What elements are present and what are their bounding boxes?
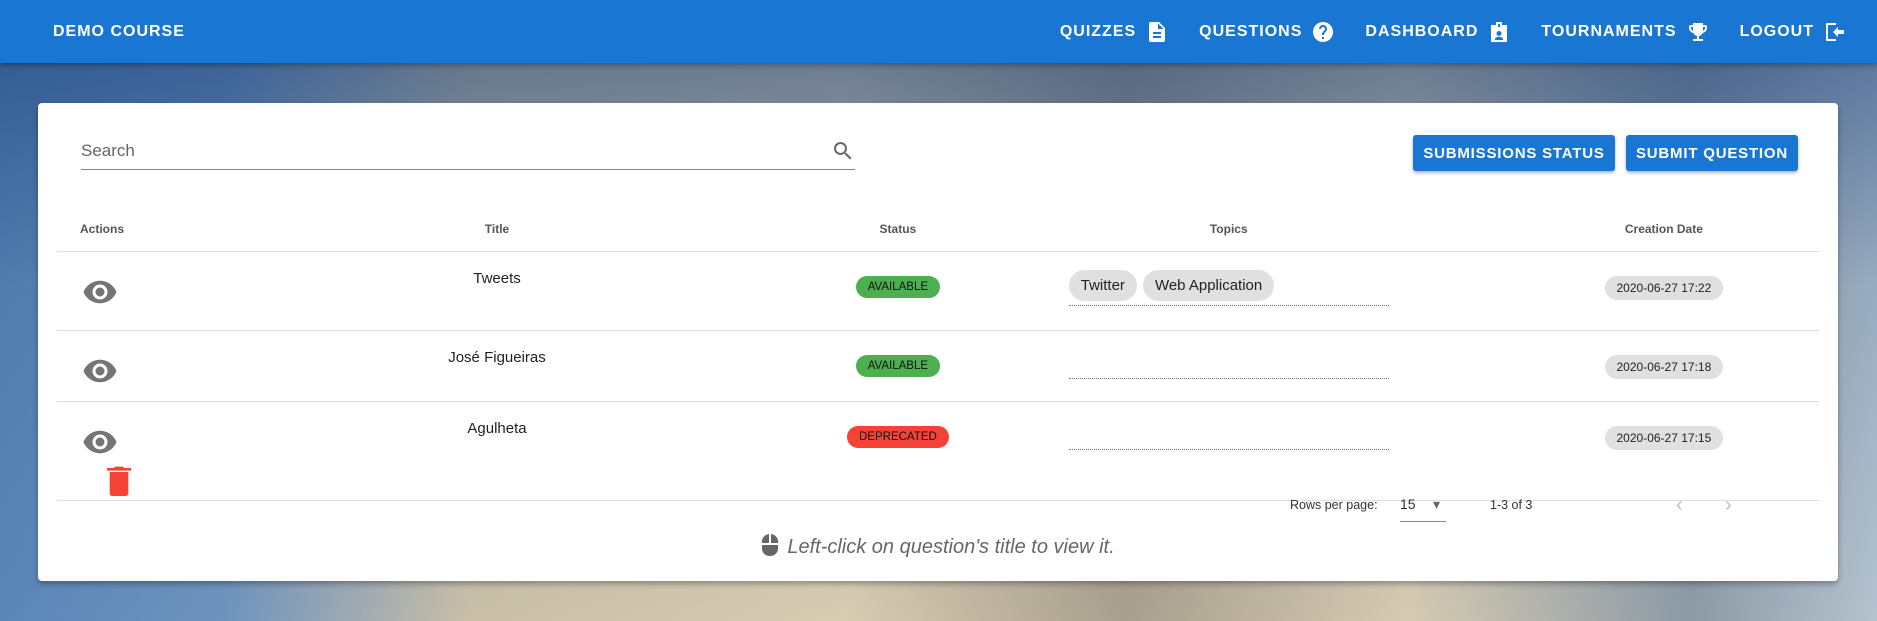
status-cell: AVAILABLE [847, 330, 949, 402]
topics-select[interactable]: Twitter Web Application [1068, 269, 1389, 306]
nav-quizzes[interactable]: QUIZZES [1060, 20, 1169, 44]
actions-cell [57, 401, 147, 501]
creation-date-cell: 2020-06-27 17:15 [1508, 401, 1819, 501]
search-input[interactable] [81, 141, 781, 161]
trophy-icon [1688, 22, 1707, 41]
chevron-down-icon: ▾ [1433, 496, 1441, 512]
eye-icon[interactable] [82, 353, 118, 393]
file-document-icon [1149, 21, 1166, 42]
creation-date-cell: 2020-06-27 17:22 [1508, 251, 1819, 331]
hint: Left-click on question's title to view i… [38, 533, 1838, 559]
search-icon[interactable] [831, 139, 855, 163]
rows-per-page-select[interactable]: 15 ▾ [1400, 494, 1446, 522]
topics-cell [948, 330, 1509, 402]
topics-select[interactable] [1068, 349, 1389, 379]
hint-text: Left-click on question's title to view i… [787, 536, 1115, 558]
page-range: 1-3 of 3 [1490, 498, 1533, 512]
column-header-title[interactable]: Title [147, 208, 847, 252]
creation-date-chip: 2020-06-27 17:15 [1604, 425, 1724, 450]
nav-label: DASHBOARD [1365, 22, 1479, 40]
creation-date-cell: 2020-06-27 17:18 [1508, 330, 1819, 402]
table-row: Tweets AVAILABLE Twitter Web Application … [57, 251, 1819, 331]
table-row: José Figueiras AVAILABLE 2020-06-27 17:1… [57, 330, 1819, 402]
question-title[interactable]: José Figueiras [147, 330, 847, 402]
questions-table: Actions Title Status Topics Creation Dat… [57, 208, 1819, 501]
submissions-status-button[interactable]: SUBMISSIONS STATUS [1413, 135, 1615, 171]
status-badge: AVAILABLE [855, 275, 941, 298]
nav-label: LOGOUT [1739, 22, 1814, 40]
status-badge: AVAILABLE [855, 354, 941, 377]
status-cell: DEPRECATED [847, 401, 949, 501]
topic-chip[interactable]: Twitter [1068, 269, 1137, 301]
eye-icon[interactable] [82, 274, 118, 314]
questions-card: SUBMISSIONS STATUS SUBMIT QUESTION Actio… [38, 103, 1838, 581]
nav-dashboard[interactable]: DASHBOARD [1365, 20, 1511, 44]
rows-per-page-label: Rows per page: [1290, 498, 1378, 512]
status-badge: DEPRECATED [847, 425, 949, 448]
column-header-status[interactable]: Status [847, 208, 949, 252]
nav-tournaments[interactable]: TOURNAMENTS [1541, 20, 1709, 44]
submit-question-button[interactable]: SUBMIT QUESTION [1626, 135, 1798, 171]
nav-menu: QUIZZES QUESTIONS DASHBOARD TOURNAMENTS … [1060, 20, 1847, 44]
topics-cell: Twitter Web Application [948, 251, 1509, 331]
creation-date-chip: 2020-06-27 17:22 [1604, 275, 1724, 300]
actions-cell [57, 251, 147, 331]
prev-page-icon[interactable]: ‹ [1676, 494, 1683, 517]
next-page-icon[interactable]: › [1725, 494, 1732, 517]
topics-cell [948, 401, 1509, 501]
question-title[interactable]: Agulheta [147, 401, 847, 501]
nav-label: QUESTIONS [1199, 22, 1303, 40]
badge-account-icon [1491, 21, 1508, 42]
topics-select[interactable] [1068, 420, 1389, 450]
table-row: Agulheta DEPRECATED 2020-06-27 17:15 [57, 401, 1819, 501]
course-name[interactable]: DEMO COURSE [53, 23, 185, 41]
nav-questions[interactable]: QUESTIONS [1199, 20, 1335, 44]
search-field[interactable] [81, 133, 855, 170]
eye-icon[interactable] [82, 424, 118, 464]
nav-label: QUIZZES [1059, 22, 1137, 40]
column-header-creation-date[interactable]: Creation Date [1508, 208, 1819, 252]
nav-label: TOURNAMENTS [1541, 22, 1677, 40]
column-header-actions[interactable]: Actions [57, 208, 147, 252]
nav-logout[interactable]: LOGOUT [1740, 20, 1847, 44]
actions-cell [57, 330, 147, 402]
trash-icon[interactable] [104, 464, 134, 500]
mouse-icon [762, 534, 779, 556]
question-title[interactable]: Tweets [147, 251, 847, 331]
help-circle-icon [1313, 21, 1334, 42]
status-cell: AVAILABLE [847, 251, 949, 331]
creation-date-chip: 2020-06-27 17:18 [1604, 354, 1724, 379]
topic-chip[interactable]: Web Application [1142, 269, 1275, 301]
logout-icon [1826, 22, 1844, 41]
column-header-topics[interactable]: Topics [948, 208, 1509, 252]
top-navbar: DEMO COURSE QUIZZES QUESTIONS DASHBOARD … [0, 0, 1877, 63]
rows-per-page-value: 15 [1400, 496, 1416, 512]
